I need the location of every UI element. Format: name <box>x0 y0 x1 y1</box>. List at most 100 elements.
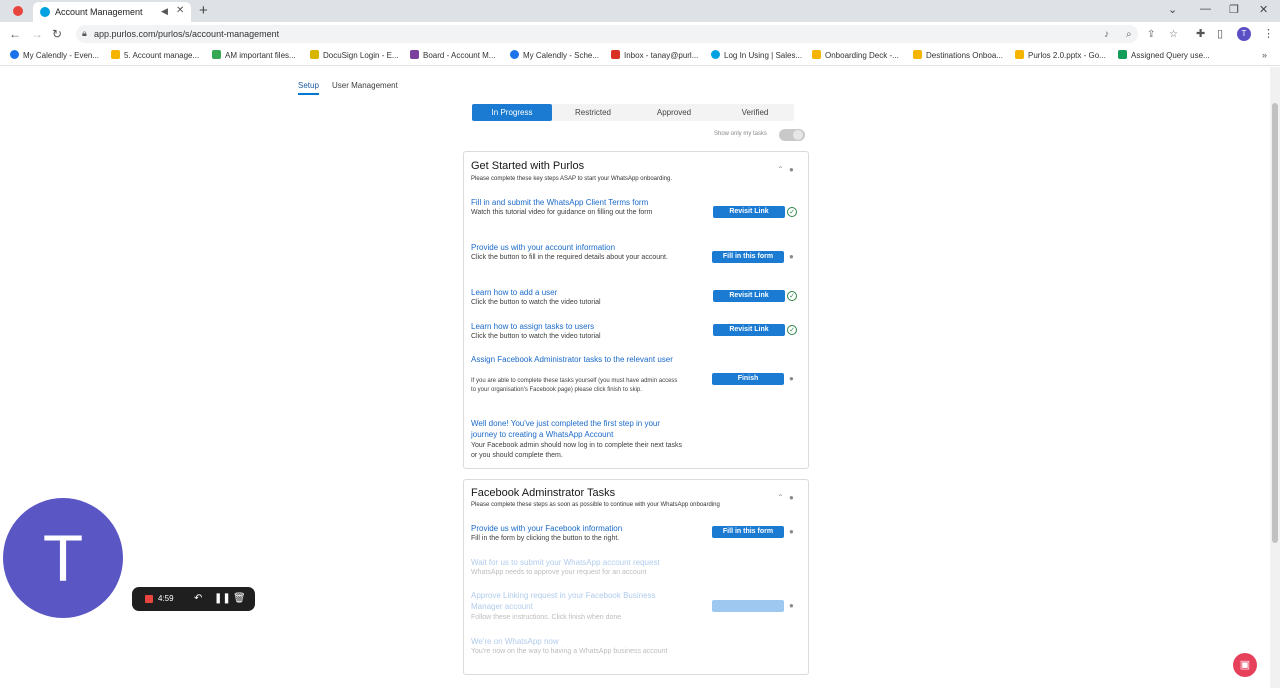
bookmark-item[interactable]: Purlos 2.0.pptx - Go... <box>1015 50 1106 60</box>
docusign-icon <box>310 50 319 59</box>
bookmark-item[interactable]: AM important files... <box>212 50 296 60</box>
task-title[interactable]: Assign Facebook Administrator tasks to t… <box>471 354 681 365</box>
slides-icon <box>1015 50 1024 59</box>
collapse-chevron-icon[interactable]: ⌃ <box>777 493 784 502</box>
back-icon[interactable]: ← <box>9 27 21 41</box>
board-icon <box>410 50 419 59</box>
task-title[interactable]: Well done! You've just completed the fir… <box>471 418 681 440</box>
revisit-link-button[interactable]: Revisit Link <box>713 324 785 336</box>
fill-in-form-button[interactable]: Fill in this form <box>712 251 784 263</box>
drive-icon <box>111 50 120 59</box>
task-description: WhatsApp needs to approve your request f… <box>471 569 647 576</box>
browser-tab-active[interactable]: Account Management ◀ ✕ <box>33 2 191 22</box>
browser-tab-strip: Account Management ◀ ✕ + ⌄ — ❐ ✕ <box>0 0 1280 22</box>
task-description: Fill in the form by clicking the button … <box>471 535 620 542</box>
page-scrollbar[interactable] <box>1270 67 1280 688</box>
bookmark-item[interactable]: DocuSign Login - E... <box>310 50 399 60</box>
more-bookmarks-icon[interactable]: » <box>1262 50 1267 60</box>
salesforce-favicon-icon <box>40 7 50 17</box>
share-icon[interactable]: ⇪ <box>1147 29 1155 40</box>
tab-in-progress[interactable]: In Progress <box>472 104 552 121</box>
chat-launcher-icon[interactable]: ▣ <box>1233 653 1257 677</box>
facebook-admin-tasks-card: Facebook Adminstrator Tasks Please compl… <box>463 479 809 675</box>
drive-icon <box>212 50 221 59</box>
calendly-icon <box>10 50 19 59</box>
revisit-link-button[interactable]: Revisit Link <box>713 206 785 218</box>
revisit-link-button[interactable]: Revisit Link <box>713 290 785 302</box>
show-only-my-tasks-label: Show only my tasks <box>714 131 768 137</box>
url-text: app.purlos.com/purlos/s/account-manageme… <box>94 29 280 39</box>
show-only-my-tasks-toggle[interactable] <box>779 129 805 141</box>
tab-verified[interactable]: Verified <box>715 104 795 121</box>
scrollbar-thumb[interactable] <box>1272 103 1278 543</box>
zoom-icon[interactable]: ⌕ <box>1126 29 1132 40</box>
person-icon[interactable]: ● <box>789 601 794 610</box>
forward-icon[interactable]: → <box>31 27 43 41</box>
lock-icon: 🔒︎ <box>82 28 87 38</box>
task-description: If you are able to complete these tasks … <box>471 378 678 393</box>
close-window-icon[interactable]: ✕ <box>1259 3 1268 16</box>
tab-search-chevron-icon[interactable]: ⌄ <box>1168 3 1177 16</box>
tab-setup[interactable]: Setup <box>298 81 319 95</box>
gmail-icon <box>611 50 620 59</box>
salesforce-icon <box>711 50 720 59</box>
new-tab-icon[interactable]: + <box>199 2 208 19</box>
side-panel-icon[interactable]: ▯ <box>1217 27 1223 40</box>
task-description: Click the button to watch the video tuto… <box>471 299 601 306</box>
person-icon[interactable]: ● <box>789 527 794 536</box>
bookmark-item[interactable]: 5. Account manage... <box>111 50 199 60</box>
bookmark-item[interactable]: Onboarding Deck -... <box>812 50 899 60</box>
slides-icon <box>913 50 922 59</box>
finish-button[interactable]: Finish <box>712 373 784 385</box>
close-tab-icon[interactable]: ✕ <box>176 5 184 16</box>
stop-recording-icon[interactable] <box>145 595 153 603</box>
bookmark-star-icon[interactable]: ☆ <box>1169 29 1178 40</box>
card-title: Get Started with Purlos <box>471 160 585 172</box>
restore-icon[interactable]: ❐ <box>1229 3 1239 16</box>
tab-user-management[interactable]: User Management <box>332 81 398 90</box>
task-description: You're now on the way to having a WhatsA… <box>471 648 668 655</box>
recording-controls: 4:59 ↶ ❚❚ 🗑︎ <box>132 587 255 611</box>
reload-icon[interactable]: ↻ <box>52 27 62 41</box>
speaker-icon[interactable]: ◀ <box>161 6 168 17</box>
slides-icon <box>812 50 821 59</box>
menu-kebab-icon[interactable]: ⋮ <box>1263 27 1274 40</box>
tab-restricted[interactable]: Restricted <box>553 104 633 121</box>
person-icon[interactable]: ● <box>789 165 794 174</box>
task-title[interactable]: Provide us with your Facebook informatio… <box>471 523 681 534</box>
recording-timer: 4:59 <box>158 594 174 603</box>
person-icon[interactable]: ● <box>789 374 794 383</box>
address-bar[interactable]: 🔒︎ app.purlos.com/purlos/s/account-manag… <box>76 25 1178 43</box>
webcam-bubble[interactable]: T <box>3 498 123 618</box>
task-description: Follow these instructions. Click finish … <box>471 614 622 621</box>
profile-avatar[interactable]: T <box>1237 27 1251 41</box>
trash-icon[interactable]: 🗑︎ <box>233 593 246 604</box>
bookmark-item[interactable]: My Calendly - Even... <box>10 50 99 60</box>
bookmark-item[interactable]: Log In Using | Sales... <box>711 50 802 60</box>
get-started-card: Get Started with Purlos Please complete … <box>463 151 809 469</box>
task-title[interactable]: Learn how to assign tasks to users <box>471 321 681 332</box>
extensions-icon[interactable]: ✚ <box>1196 27 1205 40</box>
bookmark-item[interactable]: Inbox - tanay@purl... <box>611 50 698 60</box>
bookmark-item[interactable]: My Calendly - Sche... <box>510 50 599 60</box>
collapse-chevron-icon[interactable]: ⌃ <box>777 165 784 174</box>
task-description: Click the button to watch the video tuto… <box>471 333 601 340</box>
task-title[interactable]: Provide us with your account information <box>471 242 681 253</box>
task-title[interactable]: Fill in and submit the WhatsApp Client T… <box>471 197 681 208</box>
person-icon[interactable]: ● <box>789 252 794 261</box>
completed-check-icon: ✓ <box>787 291 797 301</box>
fill-in-form-button[interactable]: Fill in this form <box>712 526 784 538</box>
minimize-icon[interactable]: — <box>1200 3 1211 15</box>
task-title[interactable]: Learn how to add a user <box>471 287 681 298</box>
bookmark-item[interactable]: Board - Account M... <box>410 50 495 60</box>
task-title: We're on WhatsApp now <box>471 637 559 646</box>
finish-button: Finish <box>712 600 784 612</box>
pause-icon[interactable]: ❚❚ <box>214 593 231 604</box>
undo-icon[interactable]: ↶ <box>194 593 202 604</box>
bookmark-item[interactable]: Assigned Query use... <box>1118 50 1210 60</box>
card-subtitle: Please complete these steps as soon as p… <box>471 502 720 508</box>
bookmark-item[interactable]: Destinations Onboa... <box>913 50 1003 60</box>
microphone-icon[interactable]: ♪ <box>1104 29 1109 40</box>
person-icon[interactable]: ● <box>789 493 794 502</box>
tab-approved[interactable]: Approved <box>634 104 714 121</box>
